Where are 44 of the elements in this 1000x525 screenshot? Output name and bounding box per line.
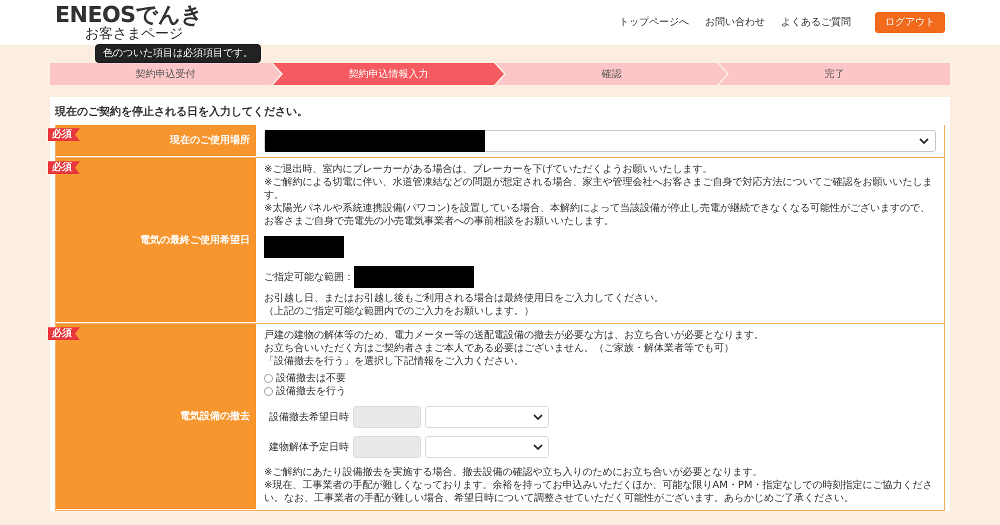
range-label: ご指定可能な範囲： — [264, 270, 354, 284]
note-text: ※太陽光パネルや系統連携設備(パワコン)を設置している場合、本解約によって当該設備が停止し売電が継続できなくなる可能性がございますので、お客さまご自身で売電先の小売電気事業者への事前相談をお願いいたします。 — [264, 202, 932, 228]
progress-step: 契約申込受付 — [50, 63, 281, 85]
datetime-label: 設備撤去希望日時 — [268, 410, 349, 424]
field-label: 電気設備の撤去 — [180, 410, 250, 424]
note-text: ※ご退出時、室内にブレーカーがある場合は、ブレーカーを下げていただくようお願いいたします。 — [264, 163, 714, 176]
progress-step: 確認 — [496, 63, 727, 85]
field-label: 現在のご使用場所 — [170, 134, 250, 148]
time-select[interactable] — [425, 436, 549, 458]
nav-link[interactable]: お問い合わせ — [705, 16, 765, 29]
chevron-down-icon — [533, 444, 543, 451]
radio-button[interactable] — [264, 374, 273, 384]
note-text: ※ご解約による切電に伴い、水道管凍結などの問題が想定される場合、家主や管理会社へお客さまご自身で対応方法についてご確認をお願いいたします。 — [264, 176, 934, 202]
time-select[interactable] — [425, 406, 549, 428]
radio-option[interactable]: 設備撤去を行う — [264, 385, 936, 398]
option-label: 設備撤去を行う — [276, 385, 346, 398]
note-text: ※現在、工事業者の手配が難しくなっております。余裕を持ってお申込みいただくほか、可能な限りAM・PM・指定なしでの時刻指定にご協力ください。なお、工事業者の手配が難しい場合、希望日時について調整させていただく可能性がございます。あらかじめご了承ください。 — [264, 479, 934, 506]
nav-link[interactable]: トップページへ — [619, 16, 689, 29]
instruction-text: （上記のご指定可能な範囲内でのご入力をお願いします。） — [264, 305, 535, 318]
instruction-text: お立ち合いいただく方はご契約者さまご本人である必要はございません。（ご家族・解体業者等でも可） — [264, 342, 735, 356]
date-input[interactable] — [353, 406, 421, 428]
note-text: ※ご解約にあたり設備撤去を実施する場合、撤去設備の確認や立ち入りのためにお立ち合いが必要となります。 — [264, 466, 764, 480]
radio-option[interactable]: 設備撤去は不要 — [264, 372, 936, 386]
required-badge: 必須 — [48, 161, 80, 174]
chevron-down-icon — [533, 414, 543, 421]
logo-text: ENEOSでんき — [55, 4, 204, 26]
required-badge: 必須 — [48, 327, 80, 340]
location-select[interactable] — [264, 130, 936, 152]
nav-link[interactable]: よくあるご質問 — [781, 16, 851, 29]
progress-step: 契約申込情報入力 — [273, 63, 504, 85]
option-label: 設備撤去は不要 — [276, 372, 346, 386]
radio-button[interactable] — [264, 387, 273, 396]
datetime-label: 建物解体予定日時 — [268, 440, 349, 454]
progress-step: 完了 — [719, 63, 950, 85]
instruction-text: 「設備撤去を行う」を選択し下記情報をご入力ください。 — [264, 355, 525, 368]
instruction-text: 戸建の建物の解体等のため、電力メーター等の送配電設備の撤去が必要な方は、お立ち合いが必要となります。 — [264, 329, 765, 342]
chevron-down-icon — [919, 138, 929, 145]
required-badge: 必須 — [48, 128, 80, 142]
date-input[interactable] — [353, 436, 421, 458]
required-tooltip: 色のついた項目は必須項目です。 — [95, 44, 261, 63]
field-label: 電気の最終ご使用希望日 — [140, 234, 250, 247]
instruction-text: お引越し日、またはお引越し後もご利用される場合は最終使用日をご入力してください。 — [264, 292, 665, 306]
form-heading: 現在のご契約を停止される日を入力してください。 — [55, 105, 309, 120]
logo-subtitle: お客さまページ — [84, 26, 184, 40]
